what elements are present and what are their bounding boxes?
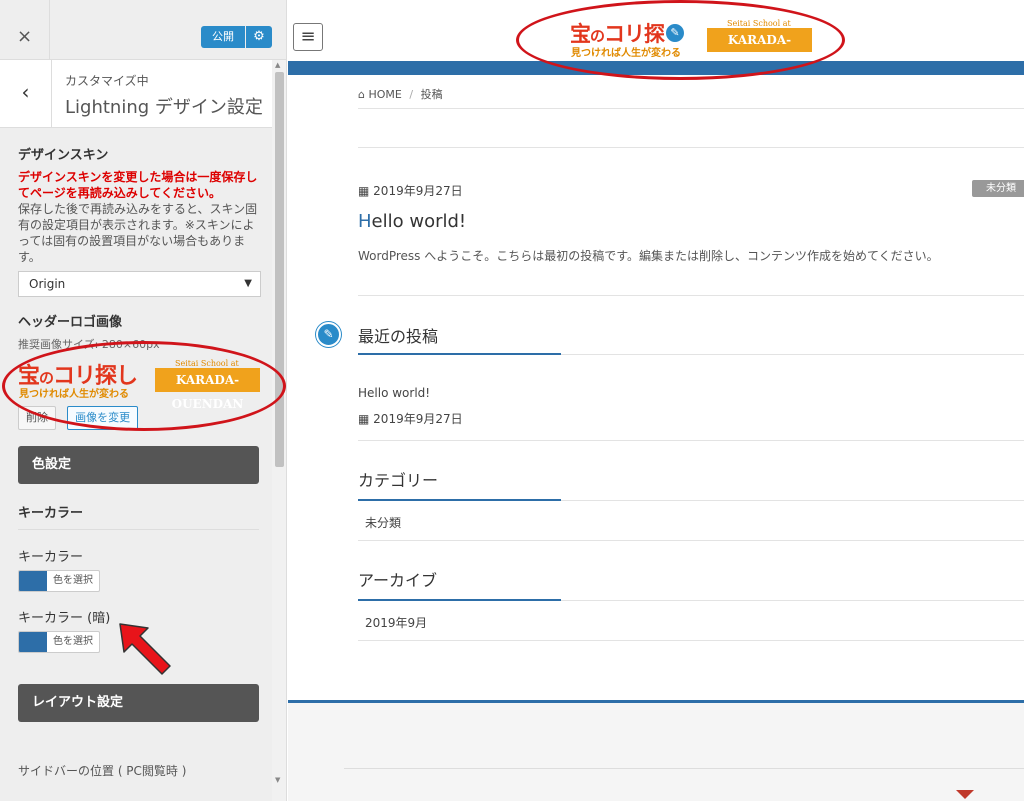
scroll-up-icon[interactable]: ▲: [275, 61, 280, 69]
sidebar-position-label: サイドバーの位置 ( PC閲覧時 ): [18, 764, 187, 778]
select-color-label: 色を選択: [53, 575, 93, 586]
scroll-thumb[interactable]: [275, 72, 284, 467]
section-title-bar: ‹ カスタマイズ中 Lightning デザイン設定: [0, 60, 286, 128]
post-excerpt: WordPress へようこそ。こちらは最初の投稿です。編集または削除し、コンテ…: [358, 249, 939, 263]
annotation-arrow-icon: [119, 623, 171, 675]
key-color-control: キーカラー 色を選択: [18, 546, 258, 595]
design-skin-description: 保存した後で再読み込みをすると、スキン固有の設定項目が表示されます。※スキンによ…: [18, 202, 258, 264]
design-skin-title: デザインスキン: [18, 148, 109, 163]
caret-down-icon: [956, 790, 974, 799]
content-top-divider: [358, 147, 1024, 148]
key-color-label: キーカラー: [18, 550, 84, 565]
gear-icon[interactable]: ⚙: [246, 26, 272, 48]
breadcrumb-separator: /: [409, 88, 414, 101]
archives-divider: [358, 640, 1024, 641]
close-icon[interactable]: ×: [0, 0, 50, 60]
design-skin-warning: デザインスキンを変更した場合は一度保存してページを再読み込みしてください。: [18, 170, 258, 200]
home-icon: ⌂: [358, 88, 365, 101]
hamburger-menu-icon[interactable]: ≡: [293, 23, 323, 51]
site-preview: ≡ 宝のコリ探し 見つければ人生が変わる Seitai School at KA…: [288, 0, 1024, 801]
breadcrumb-home-link[interactable]: HOME: [368, 88, 401, 101]
archives-line: [561, 600, 1024, 601]
post-divider: [358, 295, 1024, 296]
calendar-icon: ▦: [358, 412, 370, 426]
site-footer: [288, 703, 1024, 801]
back-chevron-icon[interactable]: ‹: [0, 60, 52, 128]
color-settings-section[interactable]: 色設定: [18, 446, 259, 484]
post-category-badge[interactable]: 未分類: [972, 180, 1024, 197]
category-item-link[interactable]: 未分類: [365, 514, 401, 531]
annotation-ellipse-header-logo: [516, 0, 845, 80]
annotation-ellipse-panel-logo: [2, 341, 286, 431]
recent-post-link[interactable]: Hello world!: [358, 386, 430, 400]
archive-item-link[interactable]: 2019年9月: [365, 614, 427, 631]
panel-scrollbar[interactable]: ▲ ▼: [272, 60, 286, 801]
footer-divider: [344, 768, 1024, 769]
archives-underline: [358, 599, 561, 601]
recent-posts-line: [561, 354, 1024, 355]
publish-button[interactable]: 公開: [201, 26, 245, 48]
key-color-picker[interactable]: 色を選択: [18, 570, 100, 592]
header-logo-title: ヘッダーロゴ画像: [18, 315, 123, 330]
categories-divider: [358, 540, 1024, 541]
widget-edit-pencil-icon[interactable]: ✎: [316, 322, 341, 347]
breadcrumb-current: 投稿: [420, 88, 443, 101]
scroll-down-icon[interactable]: ▼: [275, 776, 280, 784]
categories-title: カテゴリー: [358, 471, 439, 490]
design-skin-select[interactable]: Origin ▼: [18, 271, 261, 297]
recent-post-date: ▦ 2019年9月27日: [358, 412, 463, 426]
categories-line: [561, 500, 1024, 501]
customizing-label: カスタマイズ中: [65, 74, 149, 88]
layout-settings-section[interactable]: レイアウト設定: [18, 684, 259, 722]
key-color-swatch: [19, 571, 47, 591]
recent-posts-underline: [358, 353, 561, 355]
section-title: Lightning デザイン設定: [65, 97, 263, 118]
key-color-dark-swatch: [19, 632, 47, 652]
panel-controls: デザインスキン デザインスキンを変更した場合は一度保存してページを再読み込みして…: [0, 128, 272, 801]
recent-posts-divider: [358, 440, 1024, 441]
breadcrumb-divider: [358, 108, 1024, 109]
panel-header: × 公開 ⚙: [0, 0, 286, 60]
calendar-icon: ▦: [358, 184, 370, 198]
caret-down-icon: ▼: [244, 278, 252, 289]
breadcrumb: ⌂ HOME / 投稿: [358, 86, 443, 102]
recent-posts-title: 最近の投稿: [358, 327, 439, 346]
select-color-dark-label: 色を選択: [53, 636, 93, 647]
key-color-dark-picker[interactable]: 色を選択: [18, 631, 100, 653]
post-date: ▦ 2019年9月27日: [358, 182, 463, 199]
post-title-link[interactable]: Hello world!: [358, 211, 466, 232]
design-skin-selected: Origin: [29, 277, 66, 291]
key-color-subtitle: キーカラー: [18, 502, 259, 530]
archives-title: アーカイブ: [358, 571, 438, 590]
post-date-text: 2019年9月27日: [373, 184, 463, 198]
categories-underline: [358, 499, 561, 501]
